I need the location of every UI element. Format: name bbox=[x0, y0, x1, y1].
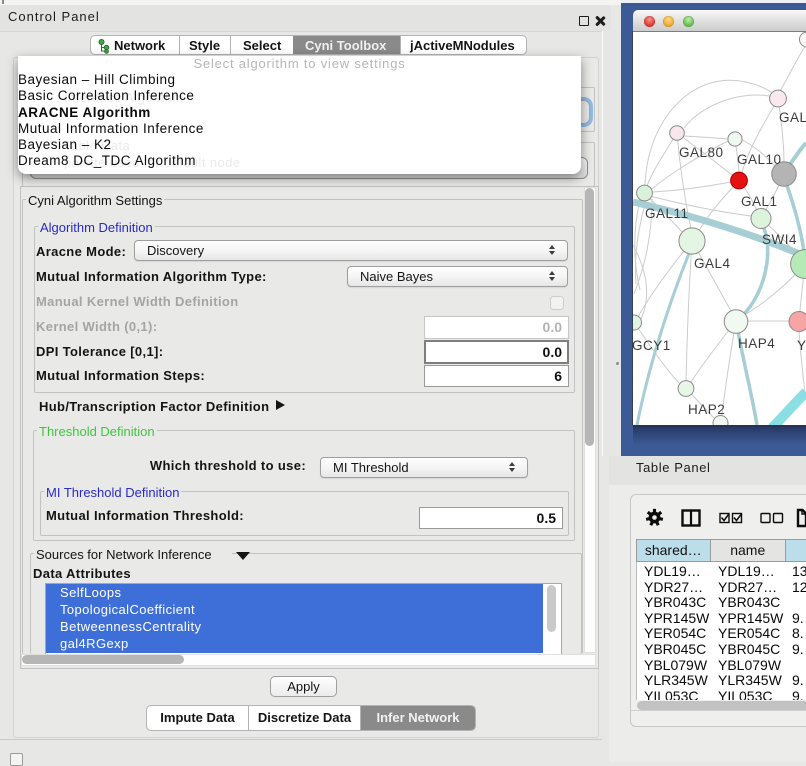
svg-text:GAL11: GAL11 bbox=[645, 206, 689, 221]
svg-text:GAL: GAL bbox=[779, 110, 806, 125]
svg-text:GAL4: GAL4 bbox=[694, 256, 731, 271]
svg-text:GAL1: GAL1 bbox=[741, 194, 778, 209]
svg-text:GCY1: GCY1 bbox=[633, 338, 671, 353]
svg-text:HAP2: HAP2 bbox=[688, 402, 725, 417]
svg-text:HAP4: HAP4 bbox=[738, 336, 775, 351]
svg-text:SWI4: SWI4 bbox=[762, 232, 797, 247]
svg-text:GAL80: GAL80 bbox=[679, 145, 724, 160]
svg-text:GAL10: GAL10 bbox=[737, 152, 782, 167]
svg-text:Y: Y bbox=[797, 338, 806, 353]
